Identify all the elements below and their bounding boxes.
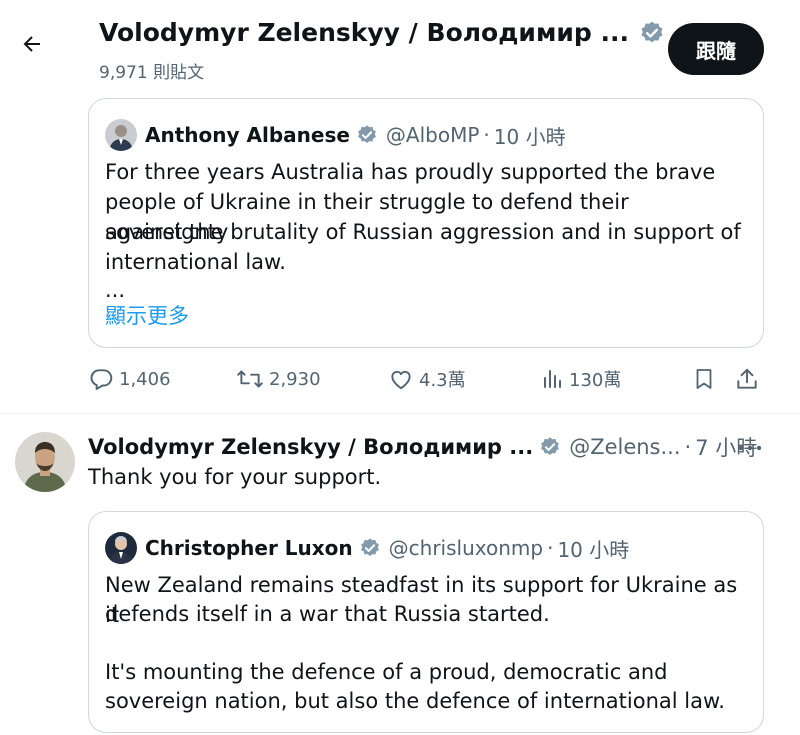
follow-button[interactable]: 跟隨 — [668, 23, 764, 75]
author-name: Anthony Albanese — [145, 123, 350, 147]
bookmark-button[interactable] — [692, 366, 721, 392]
repost-button[interactable]: 2,930 — [236, 366, 321, 392]
author-name: Christopher Luxon — [145, 536, 353, 560]
reply-count: 1,406 — [119, 368, 171, 390]
avatar — [105, 119, 137, 151]
timestamp: 10 小時 — [493, 124, 566, 149]
ellipsis: ... — [105, 278, 126, 302]
author-name[interactable]: Volodymyr Zelenskyy / Володимир ... — [88, 435, 533, 459]
repost-count: 2,930 — [269, 368, 321, 390]
author-handle: @chrisluxonmp — [388, 536, 544, 560]
post-actions: 1,406 2,930 4.3萬 130萬 — [88, 366, 768, 400]
back-button[interactable] — [10, 22, 54, 66]
like-count: 4.3萬 — [419, 370, 466, 391]
quoted-post-luxon[interactable]: Christopher Luxon @chrisluxonmp · 10 小時 … — [88, 511, 764, 733]
author-handle: @AlboMP — [385, 123, 480, 147]
verified-badge-icon — [359, 537, 381, 559]
quoted-post-header: Anthony Albanese @AlboMP · 10 小時 — [105, 119, 566, 151]
avatar[interactable] — [15, 432, 75, 492]
back-arrow-icon — [23, 36, 40, 52]
post-text: Thank you for your support. — [88, 465, 382, 489]
avatar — [105, 532, 137, 564]
quoted-post-line: It's mounting the defence of a proud, de… — [105, 660, 668, 684]
profile-header: Volodymyr Zelenskyy / Володимир ... 9,97… — [0, 0, 800, 88]
profile-title: Volodymyr Zelenskyy / Володимир ... — [99, 18, 665, 47]
quoted-post-line: against the brutality of Russian aggress… — [105, 220, 741, 244]
separator: · — [483, 123, 490, 147]
views-button[interactable]: 130萬 — [540, 366, 621, 392]
verified-badge-icon — [639, 20, 665, 46]
verified-badge-icon — [539, 436, 561, 458]
quoted-post-line: international law. — [105, 250, 286, 274]
timestamp: 10 小時 — [557, 537, 630, 562]
post-count: 9,971 則貼文 — [99, 63, 205, 83]
reply-icon — [90, 369, 113, 390]
more-options-icon — [738, 445, 762, 451]
separator: · — [684, 435, 692, 459]
bookmark-icon — [696, 369, 712, 389]
show-more-link[interactable]: 顯示更多 — [105, 300, 189, 330]
view-count: 130萬 — [569, 370, 622, 391]
divider — [0, 413, 800, 414]
quoted-post-albanese[interactable]: Anthony Albanese @AlboMP · 10 小時 For thr… — [88, 98, 764, 348]
views-icon — [544, 370, 561, 388]
share-button[interactable] — [734, 366, 765, 392]
verified-badge-icon — [356, 124, 378, 146]
quoted-post-line: sovereign nation, but also the defence o… — [105, 689, 725, 713]
profile-name: Volodymyr Zelenskyy / Володимир ... — [99, 18, 629, 47]
quoted-post-line: defends itself in a war that Russia star… — [105, 602, 550, 626]
like-button[interactable]: 4.3萬 — [388, 366, 466, 392]
separator: · — [547, 536, 554, 560]
author-handle[interactable]: @Zelens... — [569, 435, 680, 459]
post-header: Volodymyr Zelenskyy / Володимир ... @Zel… — [88, 432, 757, 462]
quoted-post-line: For three years Australia has proudly su… — [105, 160, 716, 184]
share-icon — [737, 368, 757, 389]
repost-icon — [237, 370, 263, 388]
like-icon — [391, 370, 411, 390]
quoted-post-header: Christopher Luxon @chrisluxonmp · 10 小時 — [105, 532, 629, 564]
reply-button[interactable]: 1,406 — [88, 366, 171, 392]
more-options-button[interactable] — [736, 436, 764, 460]
